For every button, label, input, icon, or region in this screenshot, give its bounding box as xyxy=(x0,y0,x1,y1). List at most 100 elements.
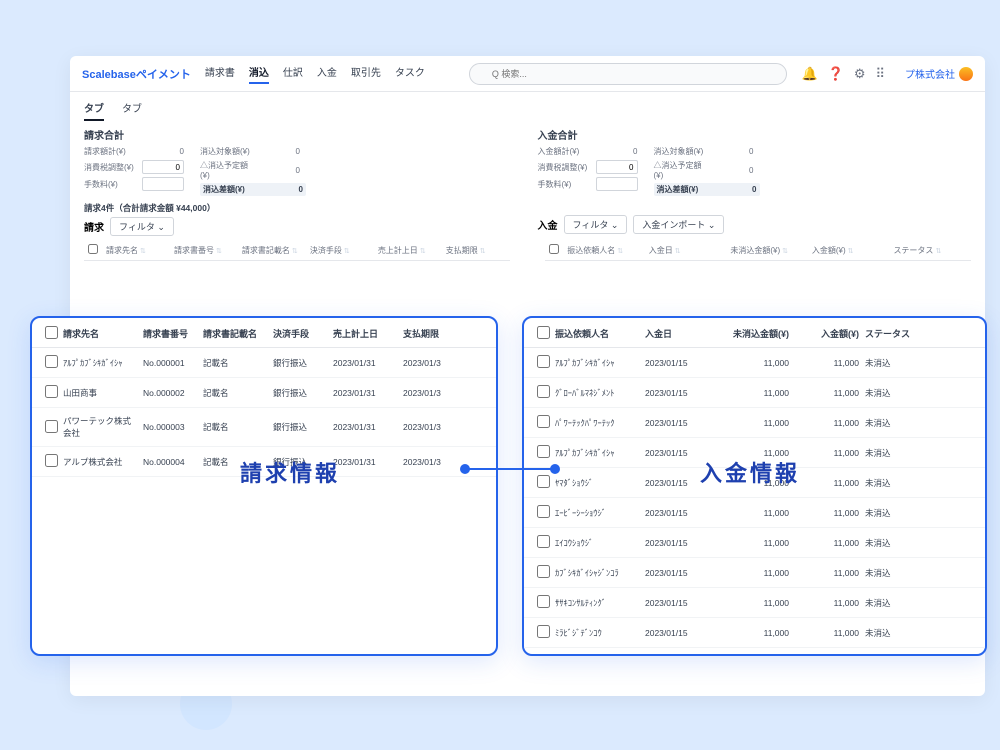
list-title: 請求 xyxy=(84,219,104,234)
column-header[interactable]: 請求書番号 xyxy=(140,327,200,340)
row-checkbox[interactable] xyxy=(45,385,58,398)
select-all-checkbox[interactable] xyxy=(88,244,98,254)
column-header[interactable]: 支払期限 xyxy=(400,327,460,340)
table-row[interactable]: ｱﾙﾌﾟｶﾌﾞｼｷｶﾞｲｼｬ2023/01/1511,00011,000未消込 xyxy=(524,348,985,378)
select-all-checkbox[interactable] xyxy=(537,326,550,339)
nav-item[interactable]: 請求書 xyxy=(205,64,235,84)
column-header[interactable]: 売上計上日⇅ xyxy=(374,245,442,256)
filter-button[interactable]: フィルタ ⌄ xyxy=(110,217,174,236)
field-value: 0 xyxy=(142,147,184,156)
column-header[interactable]: 請求先名 xyxy=(60,327,140,340)
row-checkbox[interactable] xyxy=(537,505,550,518)
table-row[interactable]: ﾊﾟﾜｰﾃｯｸﾊﾟﾜｰﾃｯｸ2023/01/1511,00011,000未消込 xyxy=(524,408,985,438)
gear-icon[interactable]: ⚙ xyxy=(854,66,866,82)
search-input[interactable] xyxy=(469,63,788,85)
summary-row: 手数料(¥) xyxy=(538,177,638,191)
cell: 2023/01/3 xyxy=(400,358,460,368)
column-header[interactable]: 請求先名⇅ xyxy=(102,245,170,256)
nav-item[interactable]: 入金 xyxy=(317,64,337,84)
cell: ｱﾙﾌﾟｶﾌﾞｼｷｶﾞｲｼｬ xyxy=(552,447,642,459)
row-checkbox[interactable] xyxy=(537,385,550,398)
column-header[interactable]: ステータス⇅ xyxy=(889,245,971,256)
nav-item[interactable]: 取引先 xyxy=(351,64,381,84)
main-nav: 請求書消込仕訳入金取引先タスク xyxy=(205,64,425,84)
column-header[interactable]: 決済手段⇅ xyxy=(306,245,374,256)
cell: 未消込 xyxy=(862,387,917,399)
column-header[interactable]: 入金額(¥)⇅ xyxy=(808,245,890,256)
apps-icon[interactable]: ⠿ xyxy=(875,66,885,82)
column-header[interactable]: 請求書記載名 xyxy=(200,327,270,340)
summary-row: 入金額計(¥)0 xyxy=(538,146,638,157)
column-header[interactable]: 未消込金額(¥)⇅ xyxy=(726,245,808,256)
cell: 2023/01/31 xyxy=(330,422,400,432)
nav-item[interactable]: 仕訳 xyxy=(283,64,303,84)
table-row[interactable]: ｻｻｷｺﾝｻﾙﾃｨﾝｸﾞ2023/01/1511,00011,000未消込 xyxy=(524,588,985,618)
amount-input[interactable] xyxy=(596,177,638,191)
cell: ﾊﾟﾜｰﾃｯｸﾊﾟﾜｰﾃｯｸ xyxy=(552,417,642,429)
row-checkbox[interactable] xyxy=(45,454,58,467)
cell: 2023/01/31 xyxy=(330,457,400,467)
field-label: 手数料(¥) xyxy=(538,179,590,190)
field-label: 消費税調整(¥) xyxy=(84,162,136,173)
summary-section: 請求合計 請求額計(¥)0消費税調整(¥)手数料(¥) 消込対象額(¥)0△消込… xyxy=(70,121,985,202)
import-button[interactable]: 入金インポート ⌄ xyxy=(633,215,724,234)
help-icon[interactable]: ❓ xyxy=(828,66,844,82)
table-row[interactable]: ｴｲｺｳｼｮｳｼﾞ2023/01/1511,00011,000未消込 xyxy=(524,528,985,558)
row-checkbox[interactable] xyxy=(537,475,550,488)
row-checkbox[interactable] xyxy=(537,415,550,428)
row-checkbox[interactable] xyxy=(537,565,550,578)
bell-icon[interactable]: 🔔 xyxy=(801,66,817,82)
row-checkbox[interactable] xyxy=(537,625,550,638)
table-row[interactable]: ｴｰﾋﾞｰｼｰｼｮｳｼﾞ2023/01/1511,00011,000未消込 xyxy=(524,498,985,528)
table-row[interactable]: 山田商事No.000002記載名銀行振込2023/01/312023/01/3 xyxy=(32,378,496,408)
summary-row: △消込予定額(¥)0 xyxy=(654,160,760,180)
row-checkbox[interactable] xyxy=(537,355,550,368)
cell: 未消込 xyxy=(862,507,917,519)
column-header[interactable]: 支払期限⇅ xyxy=(442,245,510,256)
cell: 11,000 xyxy=(792,628,862,638)
column-header[interactable]: 請求書番号⇅ xyxy=(170,245,238,256)
column-header[interactable]: 入金日⇅ xyxy=(645,245,727,256)
row-checkbox[interactable] xyxy=(537,535,550,548)
bill-summary-panel: 請求合計 請求額計(¥)0消費税調整(¥)手数料(¥) 消込対象額(¥)0△消込… xyxy=(84,127,518,196)
cell: 未消込 xyxy=(862,447,917,459)
connector-line xyxy=(465,468,555,470)
select-all-checkbox[interactable] xyxy=(45,326,58,339)
summary-row: 消費税調整(¥) xyxy=(538,160,638,174)
cell: 11,000 xyxy=(712,508,792,518)
amount-input[interactable] xyxy=(142,177,184,191)
column-header[interactable]: 振込依頼人名⇅ xyxy=(563,245,645,256)
amount-input[interactable] xyxy=(142,160,184,174)
amount-input[interactable] xyxy=(596,160,638,174)
table-row[interactable]: ﾐﾗﾋﾞｼﾞﾃﾞﾝｺｳ2023/01/1511,00011,000未消込 xyxy=(524,618,985,648)
row-checkbox[interactable] xyxy=(45,420,58,433)
cell: 2023/01/15 xyxy=(642,568,712,578)
user-menu[interactable]: プ株式会社 xyxy=(905,66,973,81)
table-row[interactable]: ｶﾌﾞｼｷｶﾞｲｼｬｼﾞﾝｺﾗ2023/01/1511,00011,000未消込 xyxy=(524,558,985,588)
subtab[interactable]: タブ xyxy=(122,100,142,121)
table-row[interactable]: パワーテック株式会社No.000003記載名銀行振込2023/01/312023… xyxy=(32,408,496,447)
column-header[interactable]: 入金額(¥) xyxy=(792,327,862,340)
column-header[interactable]: 請求書記載名⇅ xyxy=(238,245,306,256)
select-all-checkbox[interactable] xyxy=(549,244,559,254)
row-checkbox[interactable] xyxy=(537,595,550,608)
table-row[interactable]: ｱﾙﾌﾟｶﾌﾞｼｷｶﾞｲｼｬNo.000001記載名銀行振込2023/01/31… xyxy=(32,348,496,378)
summary-row: 消込差額(¥)0 xyxy=(200,183,306,196)
deposit-summary-panel: 入金合計 入金額計(¥)0消費税調整(¥)手数料(¥) 消込対象額(¥)0△消込… xyxy=(538,127,972,196)
row-checkbox[interactable] xyxy=(537,445,550,458)
column-header[interactable]: 決済手段 xyxy=(270,327,330,340)
row-checkbox[interactable] xyxy=(45,355,58,368)
column-header[interactable]: 入金日 xyxy=(642,327,712,340)
cell: 山田商事 xyxy=(60,387,140,399)
nav-item[interactable]: 消込 xyxy=(249,64,269,84)
column-header[interactable]: 振込依頼人名 xyxy=(552,327,642,340)
column-header[interactable]: 未消込金額(¥) xyxy=(712,327,792,340)
cell: 未消込 xyxy=(862,597,917,609)
table-row[interactable]: ｸﾞﾛｰﾊﾞﾙﾏﾈｼﾞﾒﾝﾄ2023/01/1511,00011,000未消込 xyxy=(524,378,985,408)
column-header[interactable]: ステータス xyxy=(862,327,917,340)
nav-item[interactable]: タスク xyxy=(395,64,425,84)
column-header[interactable]: 売上計上日 xyxy=(330,327,400,340)
subtab[interactable]: タブ xyxy=(84,100,104,121)
cell: パワーテック株式会社 xyxy=(60,415,140,439)
filter-button[interactable]: フィルタ ⌄ xyxy=(564,215,628,234)
